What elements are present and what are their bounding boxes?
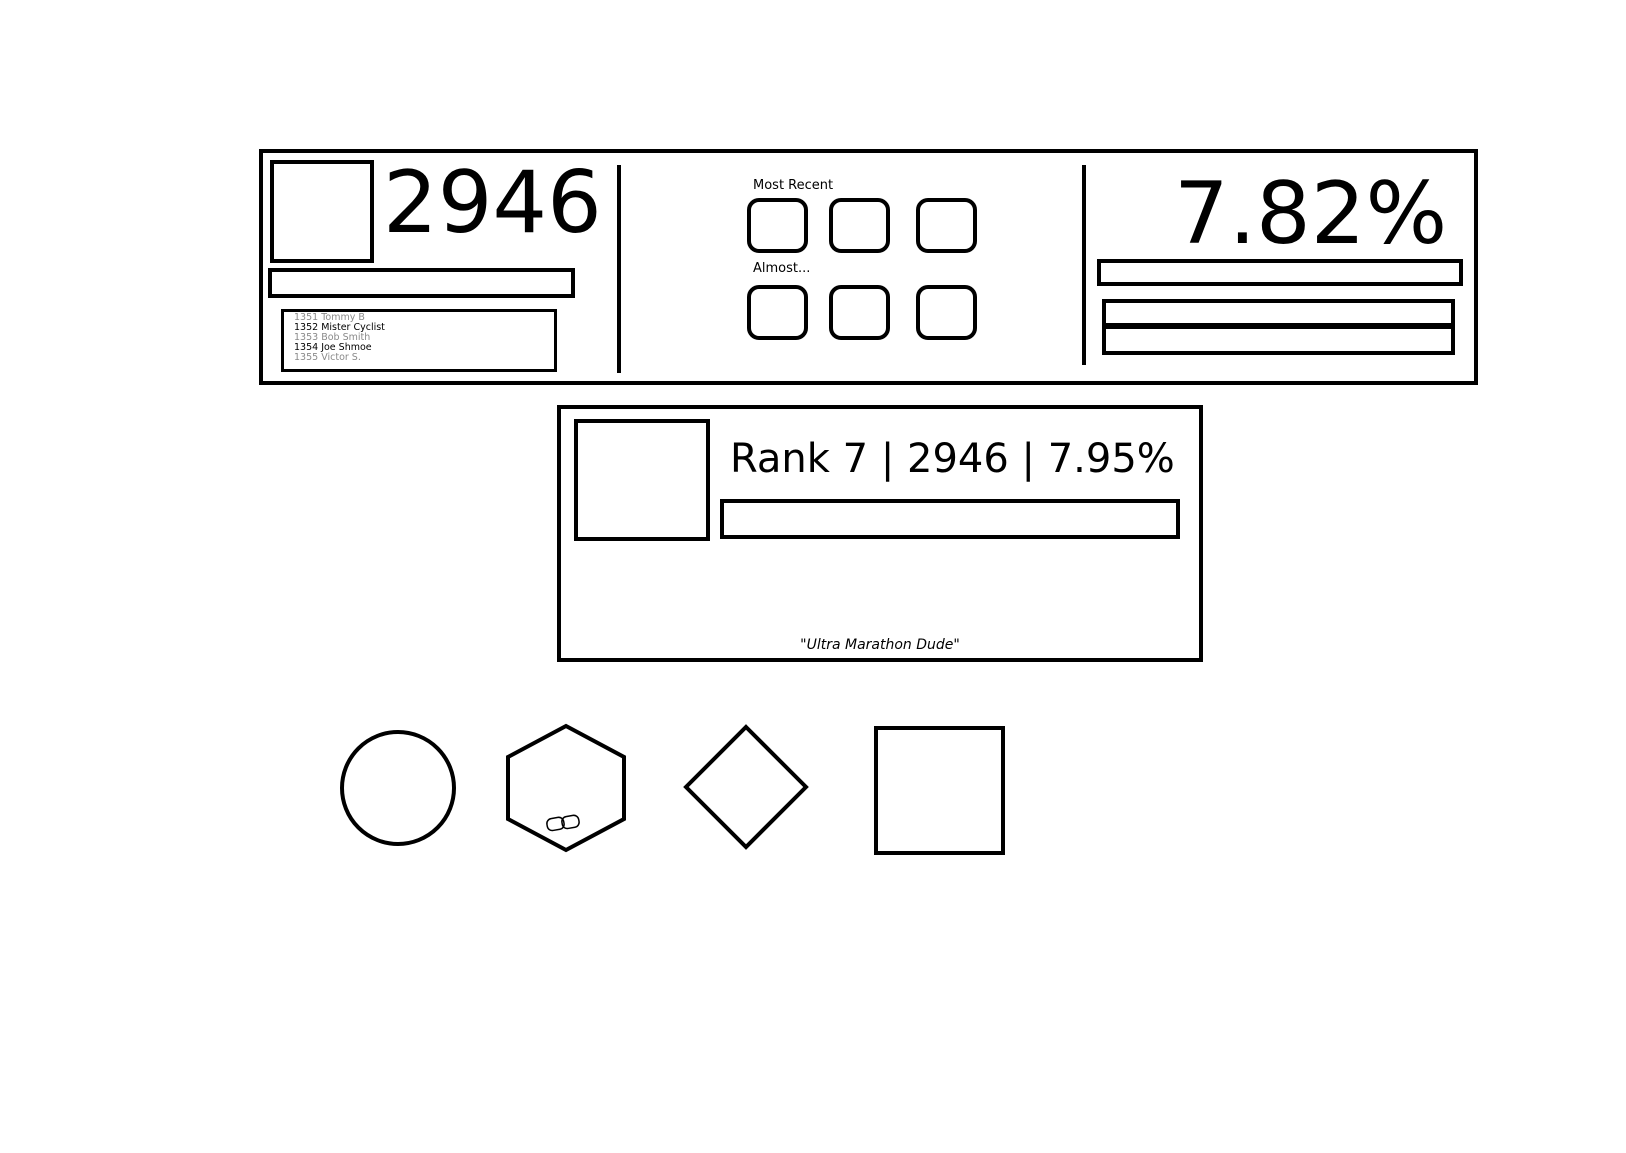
diamond-badge-shape[interactable] xyxy=(683,724,809,850)
hexagon-badge-shape[interactable] xyxy=(506,723,626,853)
badge-shapes xyxy=(340,723,1005,855)
link-icon xyxy=(546,814,580,832)
square-badge-shape[interactable] xyxy=(874,726,1005,855)
circle-badge-shape[interactable] xyxy=(340,730,456,846)
